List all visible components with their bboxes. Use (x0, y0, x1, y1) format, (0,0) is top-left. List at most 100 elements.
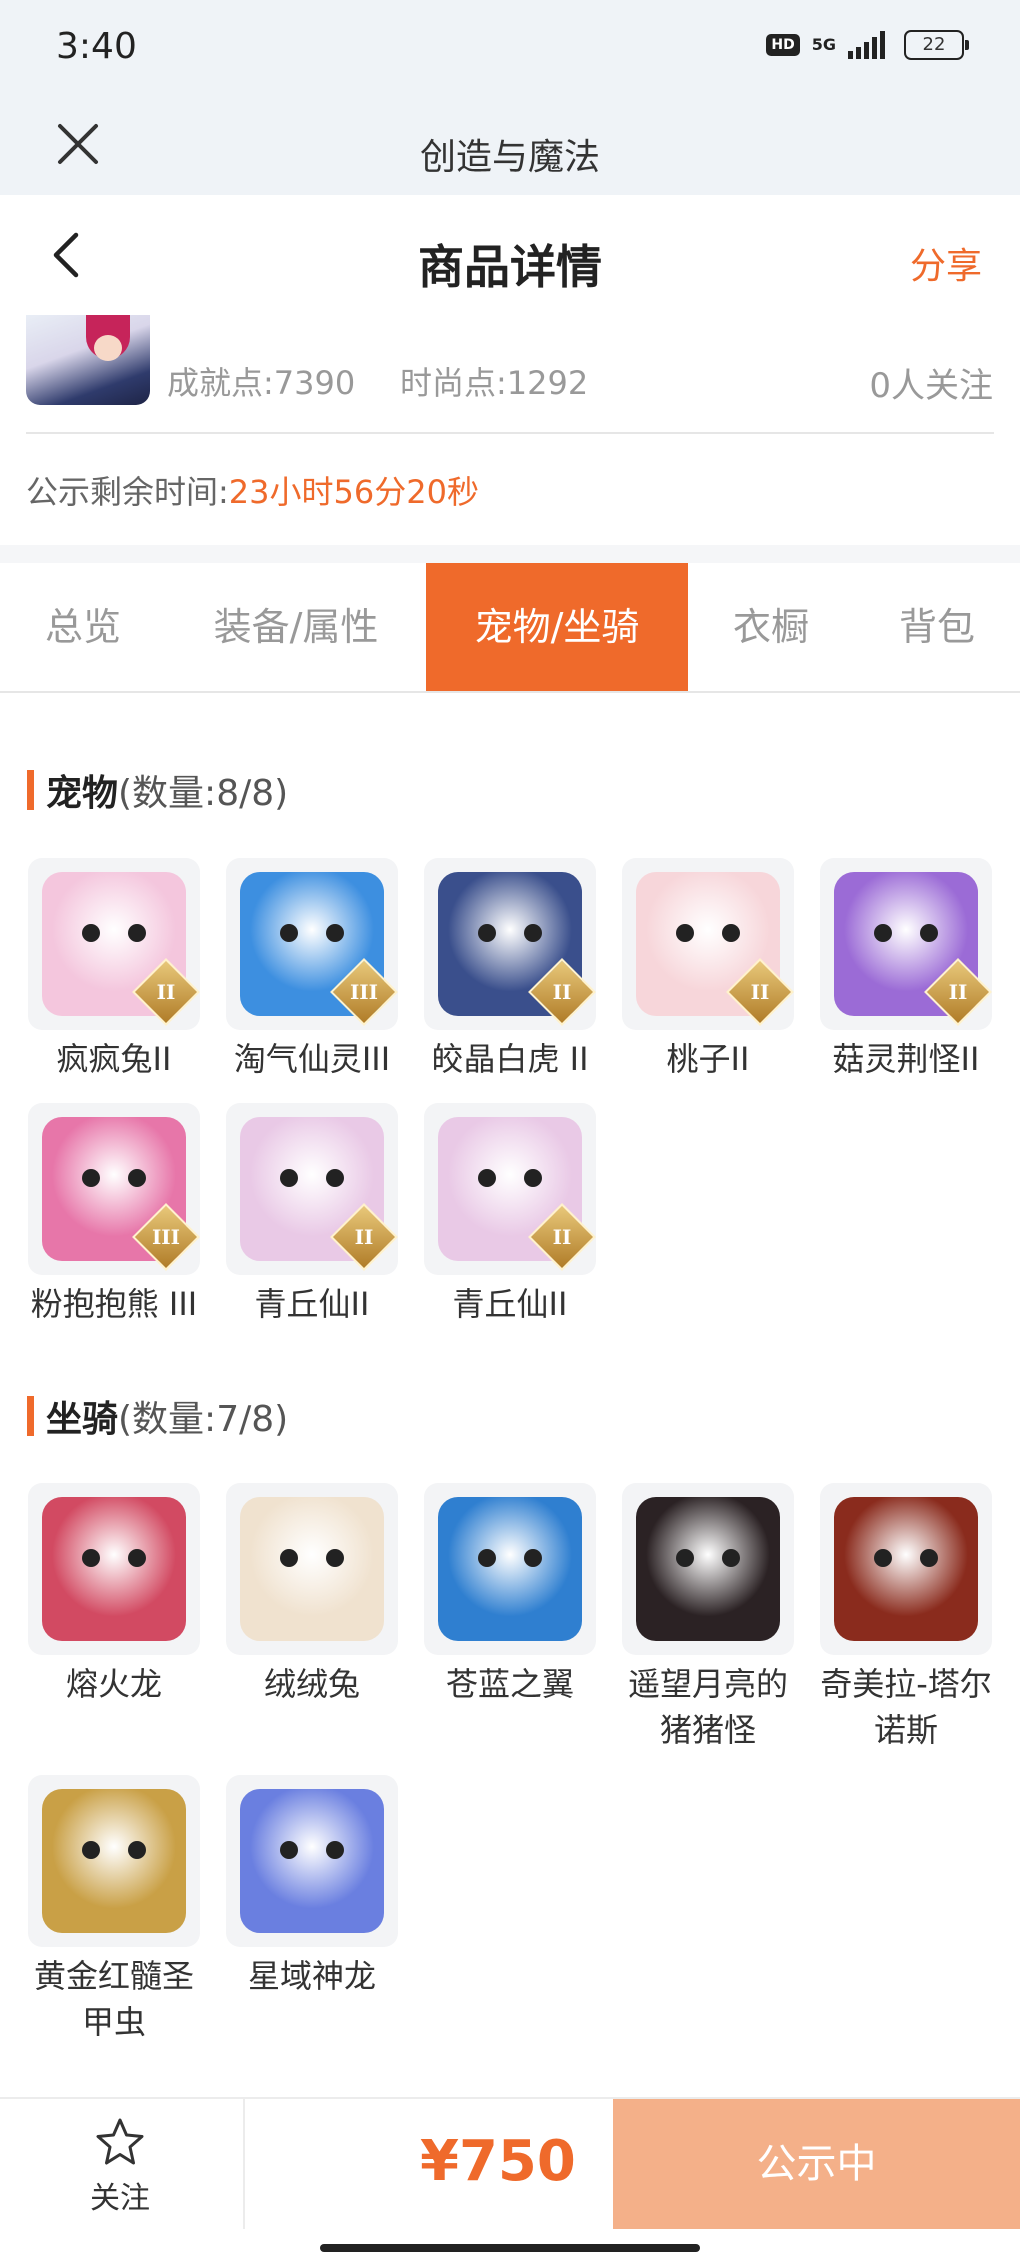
thumbnail-eye (82, 924, 100, 942)
countdown-label: 公示剩余时间: (26, 473, 229, 511)
thumbnail-art (240, 1497, 384, 1641)
pet-thumbnail: II (820, 858, 992, 1030)
pet-item[interactable]: II 皎晶白虎 II (423, 858, 597, 1082)
grade-label: II (750, 980, 770, 1004)
pet-item[interactable]: II 菇灵荆怪II (819, 858, 993, 1082)
pets-section-heading: 宠物 (数量:8/8) (27, 764, 288, 816)
mount-thumbnail (28, 1483, 200, 1655)
thumbnail-eye (676, 1549, 694, 1567)
thumbnail-eye (478, 1549, 496, 1567)
bottom-action-bar: 关注 ¥750 公示中 (0, 2097, 1020, 2229)
tab-pets-mounts[interactable]: 宠物/坐骑 (426, 563, 688, 691)
mounts-count: (数量:7/8) (118, 1399, 289, 1440)
tab-overview[interactable]: 总览 (0, 563, 166, 691)
follow-button[interactable]: 关注 (60, 2117, 180, 2217)
thumbnail-art (42, 1789, 186, 1933)
grade-label: II (156, 980, 176, 1004)
pet-item[interactable]: II 桃子II (621, 858, 795, 1082)
tab-wardrobe[interactable]: 衣橱 (688, 563, 854, 691)
grade-label: II (354, 1225, 374, 1249)
pet-name: 青丘仙II (254, 1285, 370, 1323)
pets-title: 宠物 (46, 773, 119, 814)
pet-item[interactable]: III 淘气仙灵III (225, 858, 399, 1082)
thumbnail-art (438, 1497, 582, 1641)
mount-item[interactable]: 遥望月亮的猪猪怪 (621, 1483, 795, 1753)
page-header: 商品详情 分享 (0, 195, 1020, 315)
thumbnail-eye (478, 1169, 496, 1187)
grade-label: II (552, 1225, 572, 1249)
mount-item[interactable]: 黄金红髓圣甲虫 (27, 1775, 201, 2045)
thumbnail-eye (722, 1549, 740, 1567)
home-indicator (320, 2244, 700, 2252)
pet-thumbnail: III (226, 858, 398, 1030)
mount-item[interactable]: 熔火龙 (27, 1483, 201, 1707)
thumbnail-eye (920, 924, 938, 942)
thumbnail-eye (874, 924, 892, 942)
pet-name: 疯疯兔II (56, 1040, 172, 1078)
thumbnail-eye (524, 1549, 542, 1567)
thumbnail-eye (326, 1549, 344, 1567)
achievement-points: 成就点:7390 (167, 364, 356, 402)
mount-item[interactable]: 星域神龙 (225, 1775, 399, 1999)
tab-equipment[interactable]: 装备/属性 (166, 563, 426, 691)
mounts-title: 坐骑 (46, 1399, 119, 1440)
mount-thumbnail (424, 1483, 596, 1655)
grade-label: III (349, 980, 379, 1004)
pet-name: 淘气仙灵III (233, 1040, 391, 1078)
thumbnail-eye (326, 1841, 344, 1859)
mount-item[interactable]: 绒绒兔 (225, 1483, 399, 1707)
status-icons: HD 5G 22 (766, 30, 969, 60)
pet-name: 粉抱抱熊 III (30, 1285, 198, 1323)
pet-name: 青丘仙II (452, 1285, 568, 1323)
thumbnail-eye (326, 924, 344, 942)
follower-count: 0人关注 (869, 366, 993, 406)
mount-name: 苍蓝之翼 (445, 1665, 574, 1703)
countdown-value: 23小时56分20秒 (228, 473, 479, 511)
pet-item[interactable]: II 青丘仙II (225, 1103, 399, 1327)
mount-name: 黄金红髓圣甲虫 (33, 1957, 194, 2041)
share-button[interactable]: 分享 (910, 237, 982, 289)
divider (243, 2099, 245, 2229)
pet-thumbnail: II (226, 1103, 398, 1275)
network-5g-label: 5G (811, 35, 836, 54)
thumbnail-art (834, 1497, 978, 1641)
pet-thumbnail: II (424, 858, 596, 1030)
thumbnail-eye (478, 924, 496, 942)
product-summary: 成就点:7390 时尚点:1292 0人关注 公示剩余时间:23小时56分20秒 (0, 315, 1020, 545)
pets-count: (数量:8/8) (118, 773, 289, 814)
thumbnail-art (42, 1497, 186, 1641)
thumbnail-eye (920, 1549, 938, 1567)
pet-item[interactable]: II 疯疯兔II (27, 858, 201, 1082)
tab-backpack[interactable]: 背包 (854, 563, 1020, 691)
thumbnail-eye (722, 924, 740, 942)
thumbnail-eye (280, 1169, 298, 1187)
character-avatar (26, 315, 150, 405)
thumbnail-eye (82, 1841, 100, 1859)
thumbnail-eye (280, 1549, 298, 1567)
mounts-section-heading: 坐骑 (数量:7/8) (27, 1390, 288, 1442)
hd-icon: HD (766, 34, 800, 56)
status-bar: 3:40 HD 5G 22 (0, 0, 1020, 100)
mount-thumbnail (28, 1775, 200, 1947)
status-time: 3:40 (56, 26, 137, 67)
thumbnail-eye (128, 1841, 146, 1859)
mount-item[interactable]: 苍蓝之翼 (423, 1483, 597, 1707)
thumbnail-eye (524, 924, 542, 942)
page-title: 商品详情 (418, 240, 602, 294)
signal-icon (848, 31, 885, 59)
star-icon (96, 2118, 144, 2165)
mount-thumbnail (226, 1483, 398, 1655)
pet-item[interactable]: III 粉抱抱熊 III (27, 1103, 201, 1327)
follow-label: 关注 (90, 2181, 150, 2216)
pet-name: 桃子II (666, 1040, 750, 1078)
thumbnail-eye (280, 1841, 298, 1859)
thumbnail-eye (82, 1549, 100, 1567)
grade-label: II (948, 980, 968, 1004)
publicity-status-button[interactable]: 公示中 (613, 2099, 1020, 2229)
pet-item[interactable]: II 青丘仙II (423, 1103, 597, 1327)
mount-item[interactable]: 奇美拉-塔尔诺斯 (819, 1483, 993, 1753)
thumbnail-art (636, 1497, 780, 1641)
mount-name: 星域神龙 (247, 1957, 376, 1995)
mount-name: 熔火龙 (65, 1665, 162, 1703)
mount-name: 奇美拉-塔尔诺斯 (820, 1665, 992, 1749)
